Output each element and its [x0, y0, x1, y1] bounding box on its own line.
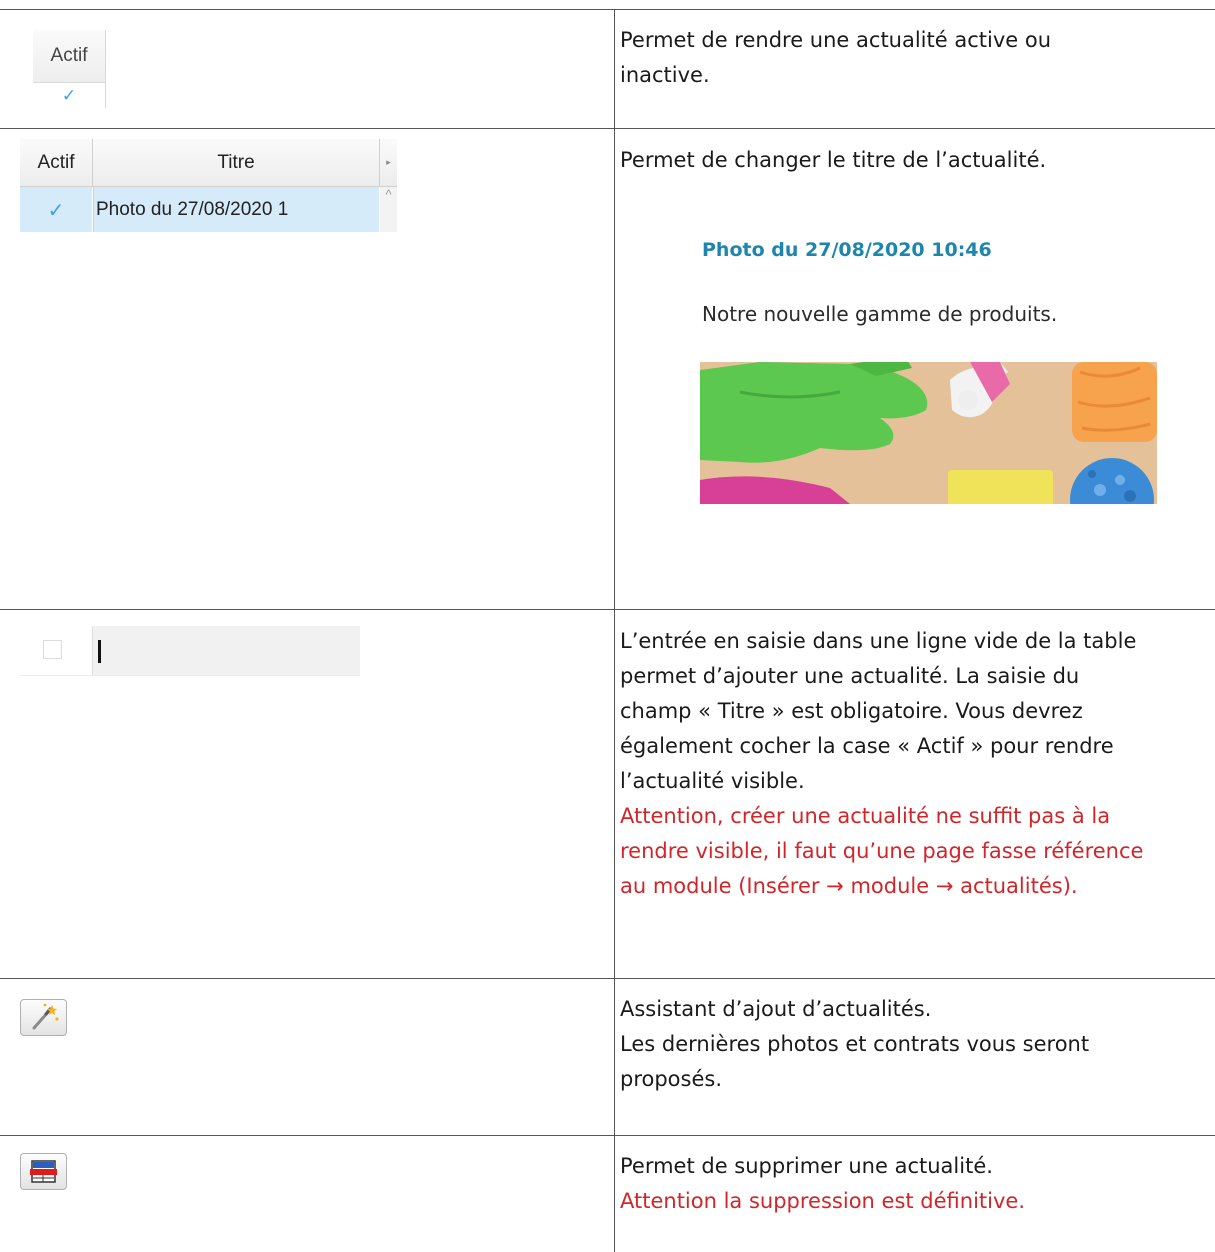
table-row-suppression: Permet de supprimer une actualité. Atten… [0, 1135, 1215, 1252]
checkbox-box [43, 640, 62, 659]
preview-text: Notre nouvelle gamme de produits. [702, 302, 1058, 326]
grid-header-actif[interactable]: Actif [20, 139, 93, 186]
table-row-assistant: Assistant d’ajout d’actualités. Les dern… [0, 978, 1215, 1135]
grid-header-titre[interactable]: Titre [93, 139, 380, 186]
warning-line: rendre visible, il faut qu’une page fass… [620, 839, 1144, 863]
preview-title: Photo du 27/08/2020 10:46 [702, 239, 992, 261]
row-description: Permet de changer le titre de l’actualit… [620, 143, 1209, 178]
chevron-right-icon: ▸ [386, 157, 391, 167]
assistant-button[interactable] [20, 999, 67, 1036]
table-row-actif: Actif ✓ Permet de rendre une actualité a… [0, 9, 1215, 128]
actif-checkbox-empty[interactable] [20, 626, 93, 675]
preview-product-photo [700, 362, 1157, 504]
text-caret [98, 640, 101, 663]
actif-column-header: Actif [33, 30, 105, 83]
description-line: champ « Titre » est obligatoire. Vous de… [620, 699, 1083, 723]
actif-checkbox[interactable]: ✓ [33, 83, 105, 108]
description-line: proposés. [620, 1067, 723, 1091]
delete-button[interactable] [20, 1153, 67, 1190]
description-line: Permet de rendre une actualité active ou [620, 28, 1052, 52]
description-line: inactive. [620, 63, 710, 87]
empty-grid-row[interactable] [20, 626, 360, 676]
description-line: L’entrée en saisie dans une ligne vide d… [620, 629, 1137, 653]
scroll-up-icon[interactable]: ^ [380, 187, 397, 232]
warning-line: Attention, créer une actualité ne suffit… [620, 804, 1111, 828]
documentation-table: Actif ✓ Permet de rendre une actualité a… [0, 0, 1215, 1252]
titre-cell[interactable]: Photo du 27/08/2020 1 [93, 187, 379, 232]
description-line: Permet de supprimer une actualité. [620, 1154, 993, 1178]
grid-header: Actif Titre ▸ [20, 139, 397, 187]
description-line: également cocher la case « Actif » pour … [620, 734, 1114, 758]
warning-line: au module (Insérer → module → actualités… [620, 874, 1078, 898]
description-line: Assistant d’ajout d’actualités. [620, 997, 932, 1021]
actif-column-example: Actif ✓ [33, 30, 106, 108]
delete-row-icon [30, 1160, 57, 1183]
row-description: Assistant d’ajout d’actualités. Les dern… [620, 992, 1209, 1097]
titre-input[interactable] [93, 626, 360, 675]
news-grid-example: Actif Titre ▸ ✓ Photo du 27/08/2020 1 ^ [20, 139, 397, 232]
row-description: L’entrée en saisie dans une ligne vide d… [620, 624, 1209, 904]
table-row-ajout: L’entrée en saisie dans une ligne vide d… [0, 609, 1215, 978]
description-line: Permet de changer le titre de l’actualit… [620, 148, 1047, 172]
table-row-titre: Actif Titre ▸ ✓ Photo du 27/08/2020 1 ^ … [0, 128, 1215, 609]
description-line: Les dernières photos et contrats vous se… [620, 1032, 1090, 1056]
news-preview: Photo du 27/08/2020 10:46 Notre nouvelle… [700, 239, 1157, 504]
magic-wand-icon [32, 1003, 59, 1030]
warning-line: Attention la suppression est définitive. [620, 1189, 1026, 1213]
checkmark-icon: ✓ [47, 197, 65, 222]
description-line: permet d’ajouter une actualité. La saisi… [620, 664, 1080, 688]
grid-row-selected[interactable]: ✓ Photo du 27/08/2020 1 ^ [20, 187, 397, 232]
row-description: Permet de rendre une actualité active ou… [620, 23, 1209, 93]
row-description: Permet de supprimer une actualité. Atten… [620, 1149, 1209, 1219]
actif-checkbox[interactable]: ✓ [20, 187, 92, 232]
checkmark-icon: ✓ [61, 85, 77, 106]
description-line: l’actualité visible. [620, 769, 805, 793]
